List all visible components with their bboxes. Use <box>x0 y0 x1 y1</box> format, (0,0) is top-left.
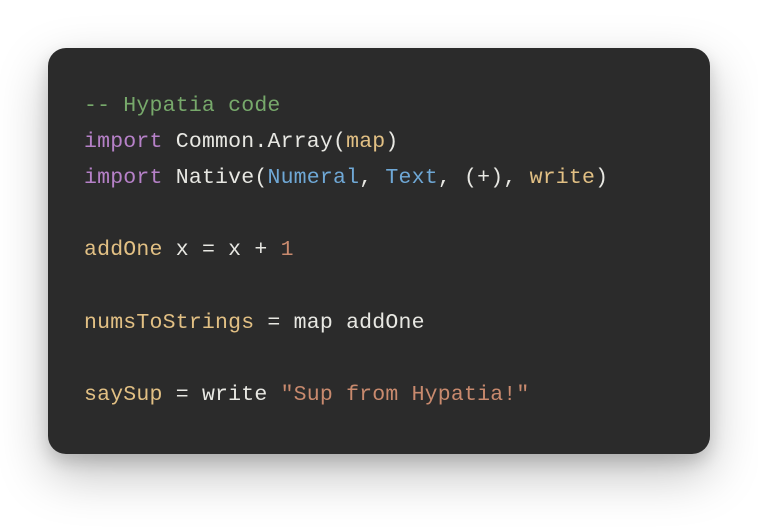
comma: , <box>503 166 529 190</box>
op-plus: + <box>254 238 267 262</box>
type-name: Text <box>385 166 437 190</box>
space <box>267 238 280 262</box>
code-card: -- Hypatia code import Common.Array(map)… <box>48 48 710 454</box>
comma: , <box>438 166 464 190</box>
paren-open: ( <box>464 166 477 190</box>
paren-close: ) <box>385 130 398 154</box>
equals: = <box>254 311 293 335</box>
module-name: Array <box>267 130 333 154</box>
fn-name: map <box>346 130 385 154</box>
paren-open: ( <box>333 130 346 154</box>
kw-import: import <box>84 166 163 190</box>
def-name: numsToStrings <box>84 311 254 335</box>
paren-close: ) <box>595 166 608 190</box>
fn-name: write <box>530 166 596 190</box>
kw-import: import <box>84 130 163 154</box>
paren-close: ) <box>490 166 503 190</box>
space <box>333 311 346 335</box>
space <box>267 383 280 407</box>
string-literal: "Sup from Hypatia!" <box>281 383 530 407</box>
def-name: addOne <box>84 238 163 262</box>
op-plus: + <box>477 166 490 190</box>
fn-ref: write <box>202 383 268 407</box>
module-name: Common <box>176 130 255 154</box>
module-name: Native <box>176 166 255 190</box>
dot: . <box>254 130 267 154</box>
arg: x <box>163 238 202 262</box>
code-comment: -- Hypatia code <box>84 94 281 118</box>
expr: x <box>215 238 254 262</box>
def-name: saySup <box>84 383 163 407</box>
equals: = <box>163 383 202 407</box>
fn-ref: map <box>294 311 333 335</box>
fn-ref: addOne <box>346 311 425 335</box>
paren-open: ( <box>254 166 267 190</box>
type-name: Numeral <box>267 166 359 190</box>
equals: = <box>202 238 215 262</box>
number-literal: 1 <box>281 238 294 262</box>
comma: , <box>359 166 385 190</box>
code-block: -- Hypatia code import Common.Array(map)… <box>84 88 674 413</box>
